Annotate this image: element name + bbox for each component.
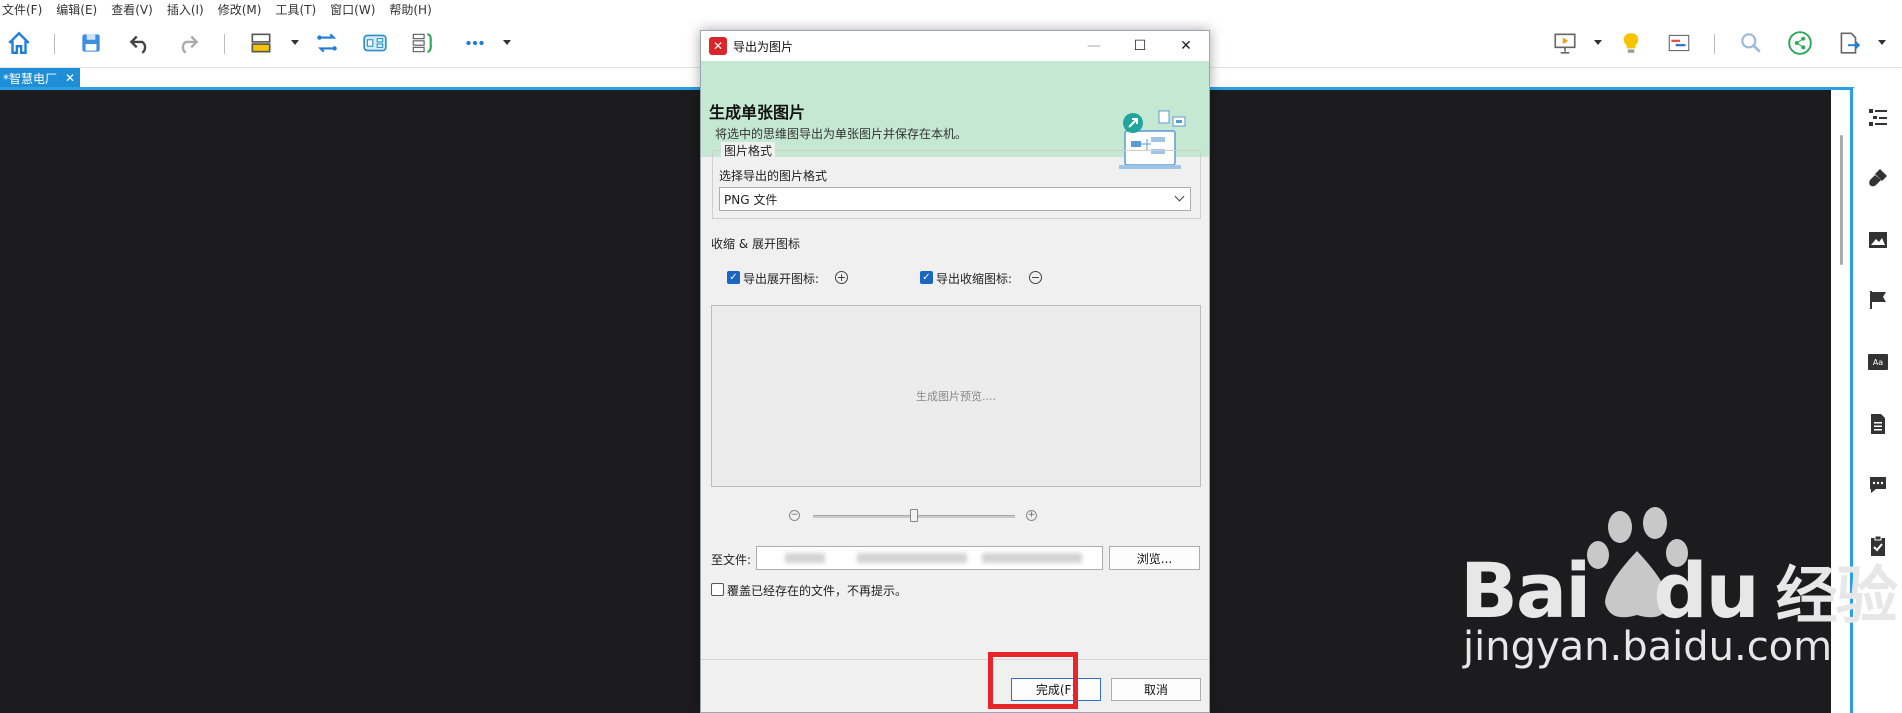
home-icon[interactable] xyxy=(4,28,34,58)
more-icon[interactable] xyxy=(460,28,490,58)
menu-help[interactable]: 帮助(H) xyxy=(389,1,431,18)
tab-document[interactable]: *智慧电厂 ✕ xyxy=(0,68,80,88)
vertical-scrollbar[interactable] xyxy=(1840,135,1843,265)
image-icon[interactable] xyxy=(1866,228,1890,252)
boundary-icon[interactable] xyxy=(360,28,390,58)
format-label: 选择导出的图片格式 xyxy=(719,169,828,183)
zoom-slider-thumb[interactable] xyxy=(910,509,918,522)
redo-icon[interactable] xyxy=(173,28,203,58)
gantt-icon[interactable] xyxy=(1664,28,1694,58)
export-collapse-label: 导出收缩图标: xyxy=(936,272,1013,286)
overwrite-checkbox[interactable] xyxy=(711,583,724,596)
zoom-out-icon[interactable]: − xyxy=(789,510,800,521)
blurred-path xyxy=(857,553,967,563)
menu-window[interactable]: 窗口(W) xyxy=(330,1,375,18)
collapse-expand-section-title: 收缩 & 展开图标 xyxy=(711,237,800,251)
cancel-button[interactable]: 取消 xyxy=(1111,678,1201,701)
browse-button[interactable]: 浏览... xyxy=(1109,546,1200,570)
menu-bar: 文件(F) 编辑(E) 查看(V) 插入(I) 修改(M) 工具(T) 窗口(W… xyxy=(0,0,1902,18)
minimize-button[interactable]: — xyxy=(1071,31,1117,61)
menu-view[interactable]: 查看(V) xyxy=(111,1,153,18)
relationship-icon[interactable] xyxy=(312,28,342,58)
toolbar-separator xyxy=(1714,34,1715,54)
toolbar-separator xyxy=(54,34,55,54)
menu-modify[interactable]: 修改(M) xyxy=(218,1,262,18)
menu-edit[interactable]: 编辑(E) xyxy=(56,1,97,18)
chevron-down-icon xyxy=(1174,191,1185,202)
chevron-down-icon[interactable] xyxy=(291,40,299,45)
close-icon[interactable]: ✕ xyxy=(65,71,75,85)
outline-icon[interactable] xyxy=(1866,105,1890,129)
dialog-subheading: 将选中的思维图导出为单张图片并保存在本机。 xyxy=(715,127,968,141)
format-brush-icon[interactable] xyxy=(1866,166,1890,190)
dialog-footer-divider xyxy=(701,659,1209,660)
close-button[interactable]: ✕ xyxy=(1163,31,1209,61)
watermark-brand: Bai du 经验 xyxy=(1460,546,1898,635)
maximize-button[interactable]: ☐ xyxy=(1117,31,1163,61)
dialog-titlebar[interactable]: ✕ 导出为图片 — ☐ ✕ xyxy=(701,31,1209,61)
flag-icon[interactable] xyxy=(1866,288,1890,312)
svg-text:Aa: Aa xyxy=(1873,358,1883,367)
menu-tools[interactable]: 工具(T) xyxy=(275,1,316,18)
export-expand-checkbox[interactable]: ✓ xyxy=(727,271,740,284)
chevron-down-icon[interactable] xyxy=(1878,40,1886,45)
image-preview-area: 生成图片预览.... xyxy=(711,305,1201,487)
format-select-value: PNG 文件 xyxy=(724,192,778,207)
watermark-url: jingyan.baidu.com xyxy=(1463,624,1833,670)
xmind-logo-icon: ✕ xyxy=(709,37,727,55)
blurred-path xyxy=(982,553,1082,563)
share-icon[interactable] xyxy=(1785,28,1815,58)
presentation-icon[interactable] xyxy=(1550,28,1580,58)
tab-label: *智慧电厂 xyxy=(3,71,58,86)
format-group-title: 图片格式 xyxy=(721,142,776,159)
zoom-in-icon[interactable]: + xyxy=(1026,510,1037,521)
to-file-label: 至文件: xyxy=(711,553,752,567)
undo-icon[interactable] xyxy=(125,28,155,58)
blurred-path xyxy=(785,553,825,563)
dialog-heading: 生成单张图片 xyxy=(709,103,806,122)
overwrite-label: 覆盖已经存在的文件，不再提示。 xyxy=(727,584,908,598)
toolbar-separator xyxy=(224,34,225,54)
comment-icon[interactable] xyxy=(1866,473,1890,497)
save-icon[interactable] xyxy=(76,28,106,58)
collapse-minus-icon: − xyxy=(1029,271,1042,284)
search-icon[interactable] xyxy=(1736,28,1766,58)
chevron-down-icon[interactable] xyxy=(1594,40,1602,45)
dialog-banner: 生成单张图片 将选中的思维图导出为单张图片并保存在本机。 xyxy=(701,61,1209,169)
menu-file[interactable]: 文件(F) xyxy=(2,1,42,18)
file-path-input[interactable] xyxy=(756,546,1103,570)
export-collapse-checkbox[interactable]: ✓ xyxy=(920,271,933,284)
lightbulb-icon[interactable] xyxy=(1616,28,1646,58)
dialog-title: 导出为图片 xyxy=(733,39,794,54)
topic-style-icon[interactable] xyxy=(246,28,276,58)
preview-placeholder-text: 生成图片预览.... xyxy=(916,390,996,403)
export-image-dialog: ✕ 导出为图片 — ☐ ✕ 生成单张图片 将选中的思维图导出为单张图片并保存在本… xyxy=(700,30,1210,713)
text-style-icon[interactable]: Aa xyxy=(1866,350,1890,374)
export-expand-label: 导出展开图标: xyxy=(743,272,820,286)
export-icon[interactable] xyxy=(1834,28,1864,58)
highlight-annotation xyxy=(988,652,1078,709)
notes-icon[interactable] xyxy=(1866,412,1890,436)
chevron-down-icon[interactable] xyxy=(503,40,511,45)
summary-icon[interactable] xyxy=(408,28,438,58)
menu-insert[interactable]: 插入(I) xyxy=(167,1,204,18)
format-select[interactable]: PNG 文件 xyxy=(719,187,1191,211)
expand-plus-icon: + xyxy=(835,271,848,284)
